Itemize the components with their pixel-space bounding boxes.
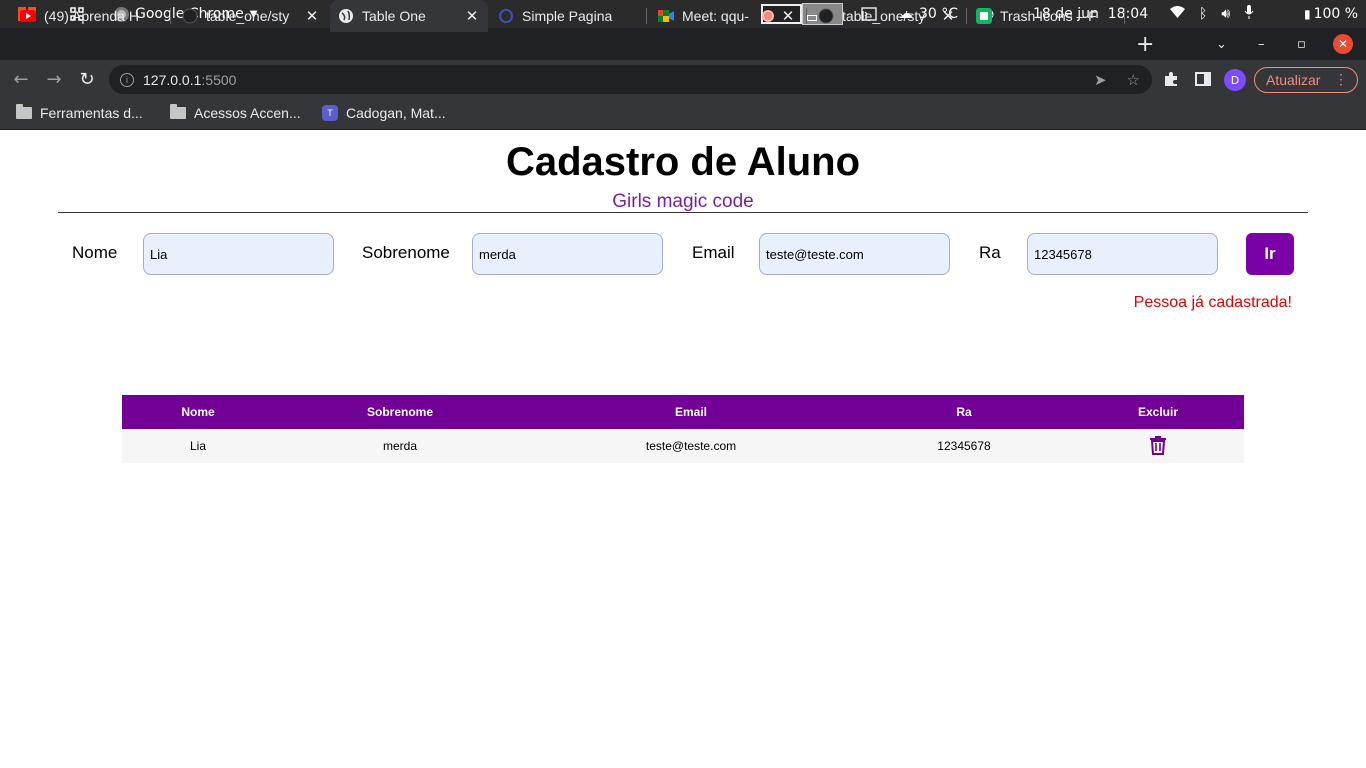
error-message: Pessoa já cadastrada! — [1133, 294, 1292, 311]
tab-trash-icons[interactable]: Trash Icons – F — [968, 0, 1122, 32]
system-tray[interactable]: ᛒ 🔊︎ — [1170, 0, 1254, 28]
minimize-button[interactable]: – — [1258, 28, 1265, 60]
tab-title: Simple Pagina — [522, 8, 613, 24]
submit-button[interactable]: Ir — [1246, 233, 1294, 275]
ra-input[interactable] — [1027, 233, 1218, 275]
send-icon[interactable]: ➤ — [1094, 71, 1107, 89]
globe-icon — [338, 8, 354, 24]
page-title: Cadastro de Aluno — [505, 140, 861, 184]
table-row: Lia merda teste@teste.com 12345678 — [122, 429, 1244, 463]
page-content: Cadastro de Aluno Girls magic code Nome … — [0, 131, 1366, 768]
bookmark-folder-acessos[interactable]: Acessos Accen... — [170, 98, 301, 128]
wifi-icon — [1170, 6, 1185, 22]
bluetooth-icon: ᛒ — [1199, 6, 1208, 22]
page-subtitle: Girls magic code — [612, 191, 754, 212]
recording-icon — [762, 10, 774, 22]
bookmark-star-icon[interactable]: ☆ — [1127, 71, 1140, 89]
github-icon — [182, 8, 198, 24]
tab-title: (49) Aprenda H — [44, 8, 139, 24]
column-header-nome: Nome — [122, 395, 274, 429]
teams-icon: T — [322, 105, 338, 121]
tab-divider — [806, 8, 807, 24]
volume-icon: 🔊︎ — [1221, 6, 1231, 22]
battery-indicator[interactable]: ▮ 100 % — [1304, 0, 1358, 28]
tab-title: Meet: qqu- — [682, 8, 749, 24]
tab-title: Table One — [362, 8, 426, 24]
tab-title: table_one/sty — [206, 8, 290, 24]
kebab-menu-icon[interactable]: ⋮ — [1334, 71, 1348, 88]
url-host: 127.0.0.1 — [143, 71, 202, 88]
students-table: Nome Sobrenome Email Ra Excluir Lia merd… — [122, 395, 1244, 463]
bookmark-cadogan[interactable]: T Cadogan, Mat... — [322, 98, 446, 128]
column-header-sobrenome: Sobrenome — [274, 395, 526, 429]
tab-title: table_one/sty — [842, 8, 926, 24]
url-port: :5500 — [201, 71, 237, 88]
tab-title: Trash Icons – F — [1000, 8, 1097, 24]
cell-excluir — [1072, 429, 1244, 463]
folder-icon — [16, 104, 32, 119]
close-tab-icon[interactable]: ✕ — [940, 7, 956, 25]
email-input[interactable] — [759, 233, 950, 275]
maximize-button[interactable]: ▫ — [1297, 28, 1306, 60]
address-bar[interactable]: i 127.0.0.1:5500 ➤ ☆ — [109, 65, 1152, 94]
tab-simple-pagination[interactable]: Simple Pagina — [490, 0, 644, 32]
profile-avatar[interactable]: D — [1224, 69, 1246, 91]
site-info-icon[interactable]: i — [120, 72, 134, 87]
reload-icon[interactable]: ↻ — [76, 60, 98, 98]
bookmark-label: Ferramentas d... — [40, 105, 143, 121]
bookmark-folder-ferramentas[interactable]: Ferramentas d... — [16, 98, 143, 128]
sobrenome-label: Sobrenome — [362, 243, 450, 262]
tab-meet[interactable]: Meet: qqu- ✕ — [650, 0, 804, 32]
column-header-email: Email — [526, 395, 856, 429]
close-tab-icon[interactable]: ✕ — [464, 7, 480, 25]
close-icon: ✕ — [1333, 34, 1353, 54]
tab-github-style-2[interactable]: table_one/sty ✕ — [810, 0, 964, 32]
tab-divider — [170, 8, 171, 24]
tab-divider — [1124, 8, 1125, 24]
cell-sobrenome: merda — [274, 429, 526, 463]
side-panel-icon[interactable] — [1192, 60, 1214, 98]
bookmark-label: Acessos Accen... — [194, 105, 301, 121]
ra-label: Ra — [979, 243, 1001, 262]
microphone-icon — [1244, 5, 1254, 23]
table-header-row: Nome Sobrenome Email Ra Excluir — [122, 395, 1244, 429]
cell-email: teste@teste.com — [526, 429, 856, 463]
nome-label: Nome — [72, 243, 118, 262]
tab-strip — [0, 28, 1366, 60]
tab-table-one[interactable]: Table One ✕ — [330, 0, 488, 32]
update-button-label: Atualizar — [1266, 72, 1321, 88]
tab-divider — [646, 8, 647, 24]
column-header-excluir: Excluir — [1072, 395, 1244, 429]
extensions-puzzle-icon[interactable] — [1160, 60, 1182, 98]
flaticon-icon — [976, 8, 992, 24]
nome-input[interactable] — [143, 233, 334, 275]
close-tab-icon[interactable]: ✕ — [304, 7, 320, 25]
new-tab-button[interactable]: + — [1136, 28, 1154, 60]
cell-ra: 12345678 — [856, 429, 1072, 463]
forward-arrow-icon[interactable]: → — [43, 60, 65, 98]
battery-percent: 100 % — [1313, 6, 1359, 22]
tab-divider — [966, 8, 967, 24]
header-divider — [58, 212, 1308, 213]
tab-youtube[interactable]: (49) Aprenda H — [12, 0, 170, 32]
tab-search-button[interactable]: ⌄ — [1216, 28, 1227, 60]
update-button[interactable]: Atualizar ⋮ — [1254, 67, 1358, 93]
sobrenome-input[interactable] — [472, 233, 663, 275]
close-window-button[interactable]: ✕ — [1333, 28, 1353, 60]
tab-github-style[interactable]: table_one/sty ✕ — [174, 0, 328, 32]
close-tab-icon[interactable]: ✕ — [780, 7, 796, 25]
battery-icon: ▮ — [1304, 7, 1311, 21]
email-label: Email — [692, 243, 735, 262]
folder-icon — [170, 104, 186, 119]
meet-icon — [658, 8, 674, 24]
cell-nome: Lia — [122, 429, 274, 463]
bookmark-label: Cadogan, Mat... — [346, 105, 446, 121]
github-icon — [818, 8, 834, 24]
column-header-ra: Ra — [856, 395, 1072, 429]
back-arrow-icon[interactable]: ← — [10, 60, 32, 98]
trash-icon[interactable] — [1149, 435, 1167, 455]
site-icon — [498, 8, 514, 24]
youtube-icon — [20, 8, 36, 24]
